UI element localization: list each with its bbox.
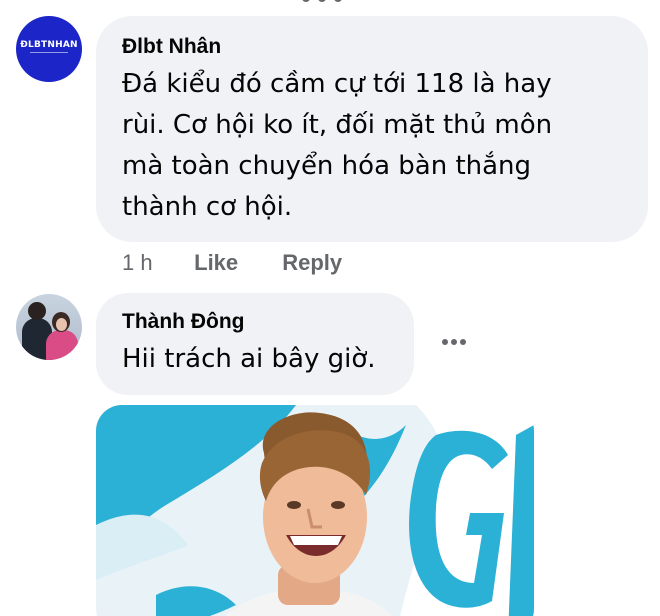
comment-author[interactable]: Đlbt Nhân: [122, 34, 622, 60]
comment-timestamp[interactable]: 1 h: [122, 250, 188, 276]
comment-text-line: rùi. Cơ hội ko ít, đối mặt thủ môn: [122, 110, 553, 140]
avatar-logo-rule: [30, 52, 68, 55]
avatar-figure: [56, 318, 67, 331]
comment-text-line: mà toàn chuyển hóa bàn thắng: [122, 151, 532, 181]
comment-actions: 1 h Like Reply: [122, 250, 342, 276]
truncated-more-icon: [296, 0, 356, 4]
photo-illustration: [96, 405, 534, 616]
comment-photo[interactable]: [96, 405, 534, 616]
comment-thread: ĐLBTNHAN Đlbt Nhân Đá kiểu đó cầm cự tới…: [0, 0, 660, 616]
comment-author[interactable]: Thành Đông: [122, 309, 388, 335]
more-options-button[interactable]: [436, 328, 472, 356]
comment-bubble: Đlbt Nhân Đá kiểu đó cầm cự tới 118 là h…: [96, 16, 648, 242]
more-horizontal-icon-dot: [451, 339, 457, 345]
comment-text-line: thành cơ hội.: [122, 192, 293, 222]
avatar-figure: [28, 302, 46, 320]
more-horizontal-icon-dot: [460, 339, 466, 345]
avatar[interactable]: [16, 294, 82, 360]
comment-text-line: Đá kiểu đó cầm cự tới 118 là hay: [122, 69, 552, 99]
avatar[interactable]: ĐLBTNHAN: [16, 16, 82, 82]
avatar-figure: [46, 330, 78, 360]
avatar-logo-text: ĐLBTNHAN: [20, 40, 78, 50]
more-horizontal-icon: [442, 339, 448, 345]
like-button[interactable]: Like: [194, 250, 276, 276]
reply-button[interactable]: Reply: [282, 250, 342, 276]
comment-bubble: Thành Đông Hii trách ai bây giờ.: [96, 293, 414, 395]
comment-text: Đá kiểu đó cầm cự tới 118 là hay rùi. Cơ…: [122, 64, 622, 228]
comment-text: Hii trách ai bây giờ.: [122, 344, 376, 374]
